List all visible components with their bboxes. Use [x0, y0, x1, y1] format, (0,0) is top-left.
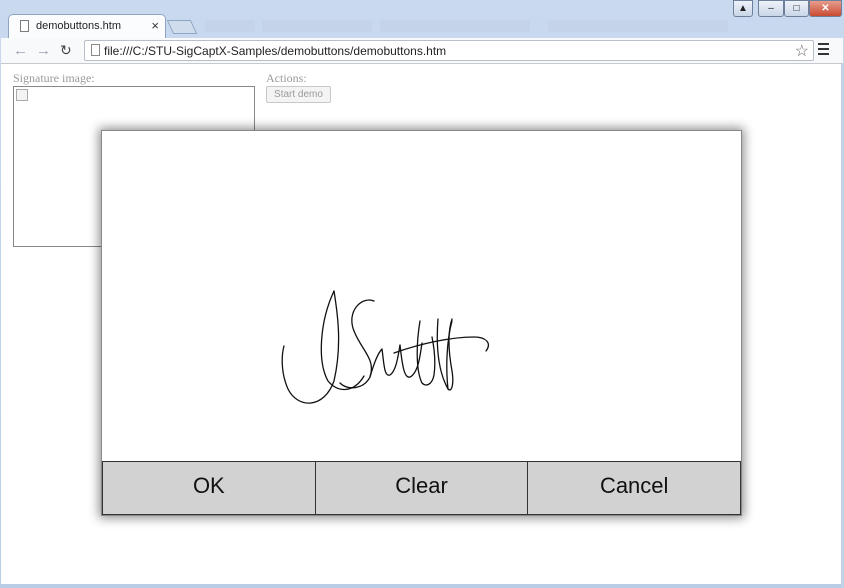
background-window-strip [262, 20, 372, 32]
start-demo-button[interactable]: Start demo [266, 86, 331, 103]
url-text[interactable]: file:///C:/STU-SigCaptX-Samples/demobutt… [104, 44, 446, 58]
background-window-strip [205, 20, 255, 32]
forward-arrow-icon[interactable]: → [36, 42, 51, 59]
minimize-button[interactable]: – [758, 0, 784, 17]
page-icon [20, 20, 29, 32]
signature-pad[interactable] [102, 131, 741, 461]
background-window-strip [380, 20, 530, 32]
ok-button[interactable]: OK [102, 461, 316, 515]
tab-title: demobuttons.htm [36, 20, 121, 32]
close-button[interactable]: ✕ [809, 0, 842, 17]
clear-button[interactable]: Clear [314, 461, 529, 515]
handwritten-signature [281, 290, 489, 404]
address-bar[interactable]: file:///C:/STU-SigCaptX-Samples/demobutt… [84, 40, 814, 61]
toolbar: ← → ↻ file:///C:/STU-SigCaptX-Samples/de… [1, 38, 843, 64]
browser-window: demobuttons.htm × ▲ – □ ✕ ← → ↻ file:///… [0, 0, 844, 588]
browser-tab[interactable]: demobuttons.htm × [8, 14, 166, 38]
dialog-button-row: OK Clear Cancel [102, 461, 742, 515]
bookmark-star-icon[interactable]: ☆ [795, 41, 809, 61]
background-window-strip [548, 20, 728, 32]
signature-image-label: Signature image: [13, 71, 95, 85]
page-icon [91, 44, 100, 56]
maximize-button[interactable]: □ [784, 0, 809, 17]
broken-image-icon [16, 89, 28, 101]
user-icon[interactable]: ▲ [733, 0, 753, 17]
menu-icon[interactable] [818, 43, 829, 58]
cancel-button[interactable]: Cancel [527, 461, 742, 515]
back-arrow-icon[interactable]: ← [13, 42, 28, 59]
tab-close-icon[interactable]: × [151, 18, 159, 33]
reload-icon[interactable]: ↻ [60, 42, 72, 59]
actions-label: Actions: [266, 71, 307, 85]
signature-dialog: OK Clear Cancel [101, 130, 742, 516]
new-tab-button[interactable] [166, 20, 198, 34]
